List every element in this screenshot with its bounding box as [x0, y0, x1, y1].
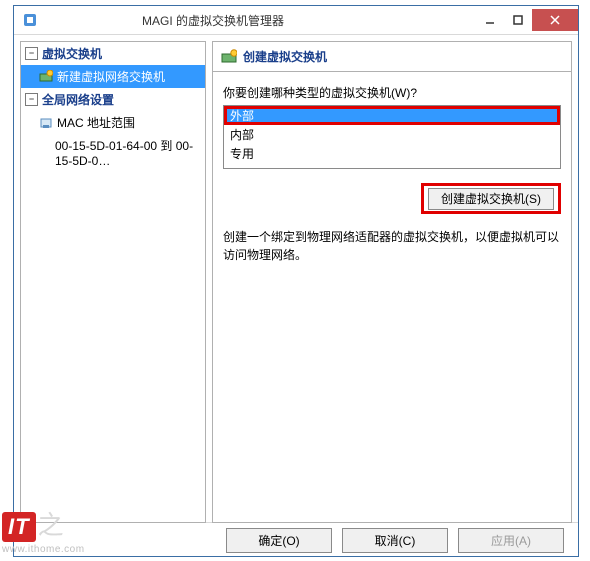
tree-group-virtual-switches[interactable]: − 虚拟交换机 — [21, 42, 205, 65]
tree-item-value: 00-15-5D-01-64-00 到 00-15-5D-0… — [55, 137, 201, 168]
close-button[interactable] — [532, 9, 578, 31]
tree-group-label: 全局网络设置 — [42, 91, 114, 108]
watermark: IT之 www.ithome.com — [2, 505, 85, 555]
tree-item-label: MAC 地址范围 — [57, 114, 135, 131]
dialog-footer: 确定(O) 取消(C) 应用(A) — [14, 522, 578, 557]
collapse-icon[interactable]: − — [25, 93, 38, 106]
tree-item-label: 新建虚拟网络交换机 — [57, 68, 165, 85]
vswitch-new-icon — [39, 70, 53, 84]
panel-header: 创建虚拟交换机 — [212, 41, 572, 71]
detail-panel: 创建虚拟交换机 你要创建哪种类型的虚拟交换机(W)? 外部 内部 专用 创建虚拟… — [212, 41, 572, 523]
maximize-button[interactable] — [504, 9, 532, 31]
switch-type-list[interactable]: 外部 内部 专用 — [223, 105, 561, 169]
tree-group-label: 虚拟交换机 — [42, 45, 102, 62]
type-option-internal[interactable]: 内部 — [224, 125, 560, 144]
tree-item-mac-range-value[interactable]: 00-15-5D-01-64-00 到 00-15-5D-0… — [21, 134, 205, 171]
nic-icon — [39, 116, 53, 130]
watermark-badge: IT — [2, 512, 36, 542]
tree-panel[interactable]: − 虚拟交换机 新建虚拟网络交换机 − 全局网络设置 MAC 地址范围 00 — [20, 41, 206, 523]
tree-group-global-network[interactable]: − 全局网络设置 — [21, 88, 205, 111]
panel-title: 创建虚拟交换机 — [243, 48, 327, 65]
type-prompt: 你要创建哪种类型的虚拟交换机(W)? — [223, 84, 561, 101]
tree-item-new-vswitch[interactable]: 新建虚拟网络交换机 — [21, 65, 205, 88]
window-title: MAGI 的虚拟交换机管理器 — [142, 12, 284, 29]
app-icon — [14, 12, 46, 28]
watermark-suffix: 之 — [38, 511, 64, 540]
cancel-button[interactable]: 取消(C) — [342, 528, 448, 553]
minimize-button[interactable] — [476, 9, 504, 31]
collapse-icon[interactable]: − — [25, 47, 38, 60]
type-description: 创建一个绑定到物理网络适配器的虚拟交换机，以便虚拟机可以访问物理网络。 — [223, 228, 561, 264]
highlight-box: 创建虚拟交换机(S) — [421, 183, 561, 214]
dialog-window: MAGI 的虚拟交换机管理器 − 虚拟交换机 新建虚拟网络交换机 − 全局网络设… — [13, 5, 579, 557]
titlebar[interactable]: MAGI 的虚拟交换机管理器 — [14, 6, 578, 35]
watermark-url: www.ithome.com — [2, 544, 85, 555]
create-vswitch-button[interactable]: 创建虚拟交换机(S) — [428, 188, 554, 210]
vswitch-icon — [221, 49, 237, 65]
apply-button: 应用(A) — [458, 528, 564, 553]
type-option-external[interactable]: 外部 — [224, 106, 560, 125]
tree-item-mac-range[interactable]: MAC 地址范围 — [21, 111, 205, 134]
type-option-private[interactable]: 专用 — [224, 144, 560, 163]
ok-button[interactable]: 确定(O) — [226, 528, 332, 553]
